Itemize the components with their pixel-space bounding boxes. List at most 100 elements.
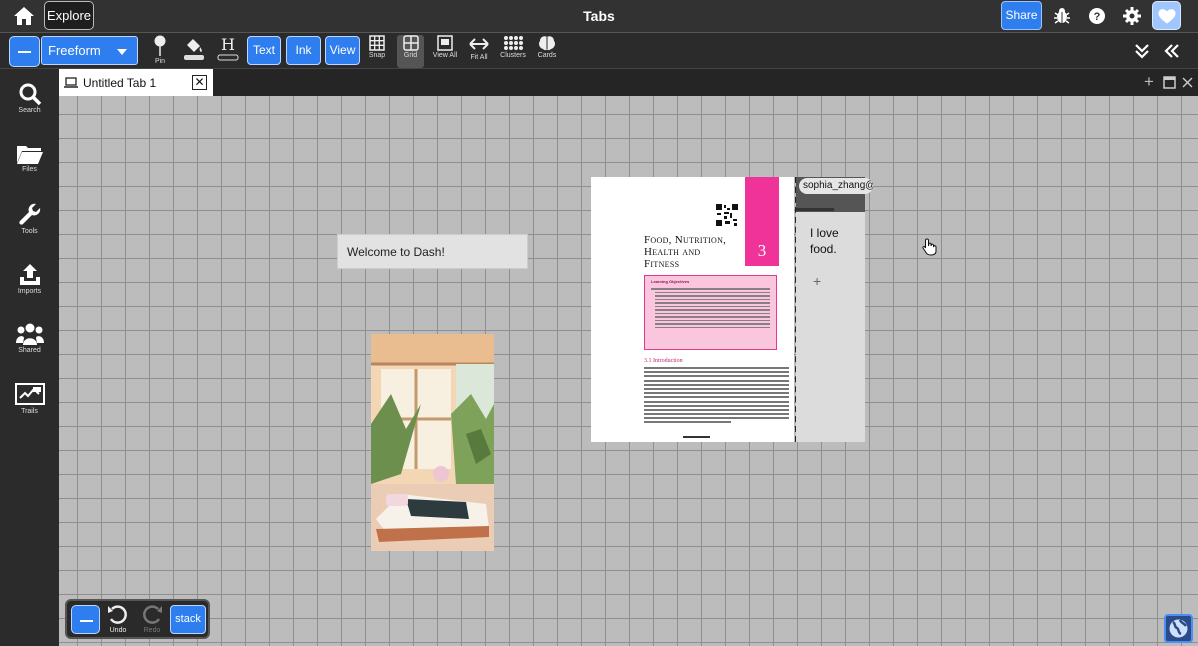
comment-note[interactable]: sophia_zhang@ I love food. + xyxy=(796,177,873,442)
redo-label: Redo xyxy=(143,627,161,634)
clusters-icon xyxy=(504,36,523,50)
sidebar-item-label: Search xyxy=(18,107,41,114)
snap-button[interactable]: Snap xyxy=(364,35,390,68)
chapter-number: 3 xyxy=(757,241,767,260)
sidebar-item-label: Files xyxy=(22,166,37,173)
snap-grid-icon xyxy=(369,35,385,51)
heading-icon: H xyxy=(217,35,239,61)
view-all-icon xyxy=(437,35,453,51)
ink-tool-button[interactable]: Ink xyxy=(286,36,321,65)
bottom-controls: Undo Redo stack xyxy=(65,599,210,639)
maximize-icon[interactable] xyxy=(1163,76,1176,89)
grid-label: Grid xyxy=(403,52,418,59)
redo-button[interactable]: Redo xyxy=(139,605,165,634)
text-tool-button[interactable]: Text xyxy=(247,36,281,65)
heart-icon xyxy=(1158,9,1176,24)
gear-icon[interactable] xyxy=(1123,7,1141,25)
learning-objectives-box: Learning Objectives xyxy=(644,275,777,350)
undo-label: Undo xyxy=(109,627,127,634)
stack-button[interactable]: stack xyxy=(170,605,206,634)
view-all-button[interactable]: View All xyxy=(429,35,461,68)
document-title: Food, Nutrition, Health and Fitness xyxy=(644,234,726,270)
title-line: Fitness xyxy=(644,258,680,270)
title-line: Health and xyxy=(644,246,701,258)
brain-icon xyxy=(539,36,555,51)
grid-button[interactable]: Grid xyxy=(397,35,424,68)
clusters-label: Clusters xyxy=(500,52,526,59)
sidebar-item-trails[interactable]: Trails xyxy=(0,383,59,415)
sidebar-item-files[interactable]: Files xyxy=(0,143,59,173)
double-chevron-left-icon[interactable] xyxy=(1163,42,1181,60)
sidebar-item-label: Shared xyxy=(18,347,41,354)
presentation-icon xyxy=(14,383,45,405)
view-all-label: View All xyxy=(432,52,458,59)
globe-button[interactable] xyxy=(1164,614,1193,643)
cards-button[interactable]: Cards xyxy=(533,35,561,68)
home-icon[interactable] xyxy=(12,5,36,27)
snap-label: Snap xyxy=(368,52,386,59)
bug-icon[interactable] xyxy=(1053,7,1071,25)
top-bar: Explore Tabs Share ? xyxy=(0,0,1198,33)
pin-button[interactable]: Pin xyxy=(146,35,174,68)
undo-button[interactable]: Undo xyxy=(105,605,131,634)
close-icon[interactable] xyxy=(1181,76,1194,89)
section-heading: 3.1 Introduction xyxy=(644,358,683,364)
fit-all-label: Fit All xyxy=(470,54,488,61)
objectives-heading: Learning Objectives xyxy=(651,279,690,284)
chevron-down-icon xyxy=(117,49,127,55)
favorite-button[interactable] xyxy=(1152,1,1181,30)
toolbar: Freeform Pin H Text Ink View Snap Grid V… xyxy=(0,33,1198,69)
svg-text:H: H xyxy=(221,35,235,54)
left-sidebar: Search Files Tools Imports Shared Trails xyxy=(0,69,59,646)
sidebar-item-tools[interactable]: Tools xyxy=(0,203,59,235)
page-footer xyxy=(683,436,710,438)
note-header-bar xyxy=(796,208,834,211)
paint-bucket-icon xyxy=(184,39,204,60)
note-author: sophia_zhang@ xyxy=(799,178,873,194)
sidebar-item-label: Imports xyxy=(17,288,42,295)
tab-bar: Untitled Tab 1 ✕ + xyxy=(59,69,1198,96)
view-tool-button[interactable]: View xyxy=(325,36,360,65)
grid-icon xyxy=(402,35,419,51)
share-button[interactable]: Share xyxy=(1001,1,1042,30)
arrows-horizontal-icon xyxy=(469,38,489,50)
globe-icon xyxy=(1169,619,1188,638)
sidebar-item-shared[interactable]: Shared xyxy=(0,322,59,354)
sidebar-item-search[interactable]: Search xyxy=(0,82,59,114)
chapter-badge: 3 xyxy=(745,177,779,266)
hand-cursor-icon xyxy=(922,238,937,256)
sidebar-item-label: Tools xyxy=(21,228,38,235)
collapse-bottom-button[interactable] xyxy=(71,605,100,634)
note-text[interactable]: I love food. xyxy=(810,225,860,257)
pin-icon xyxy=(154,35,166,56)
help-icon[interactable]: ? xyxy=(1088,7,1106,25)
laptop-icon xyxy=(64,77,78,88)
search-icon xyxy=(19,83,41,106)
sidebar-item-label: Trails xyxy=(21,408,38,415)
explore-button[interactable]: Explore xyxy=(44,1,94,30)
close-tab-icon[interactable]: ✕ xyxy=(192,75,207,90)
pdf-document[interactable]: 3 Food, Nutrition, Health and Fitness Le… xyxy=(591,177,794,442)
title-line: Food, Nutrition, xyxy=(644,234,727,246)
sidebar-item-imports[interactable]: Imports xyxy=(0,263,59,295)
freeform-canvas[interactable]: Welcome to Dash! 3 Food, Nutrition, Heal… xyxy=(59,96,1198,646)
clusters-button[interactable]: Clusters xyxy=(497,35,529,68)
redo-icon xyxy=(143,605,162,624)
welcome-text-box[interactable]: Welcome to Dash! xyxy=(337,234,528,269)
folder-icon xyxy=(16,146,43,164)
undo-icon xyxy=(108,605,127,624)
fit-all-button[interactable]: Fit All xyxy=(466,35,492,68)
bedroom-image[interactable] xyxy=(371,334,494,551)
add-note-button[interactable]: + xyxy=(813,273,821,289)
note-header: sophia_zhang@ xyxy=(796,177,873,212)
new-tab-icon[interactable]: + xyxy=(1144,73,1157,90)
tab-untitled-1[interactable]: Untitled Tab 1 ✕ xyxy=(59,69,213,96)
mode-select[interactable]: Freeform xyxy=(41,36,138,65)
font-style-button[interactable]: H xyxy=(214,35,242,68)
collapse-toolbar-button[interactable] xyxy=(9,36,40,67)
fill-color-button[interactable] xyxy=(180,35,208,68)
cards-label: Cards xyxy=(537,52,557,59)
double-chevron-down-icon[interactable] xyxy=(1133,42,1151,60)
mode-select-value: Freeform xyxy=(48,43,101,58)
upload-icon xyxy=(19,264,40,285)
